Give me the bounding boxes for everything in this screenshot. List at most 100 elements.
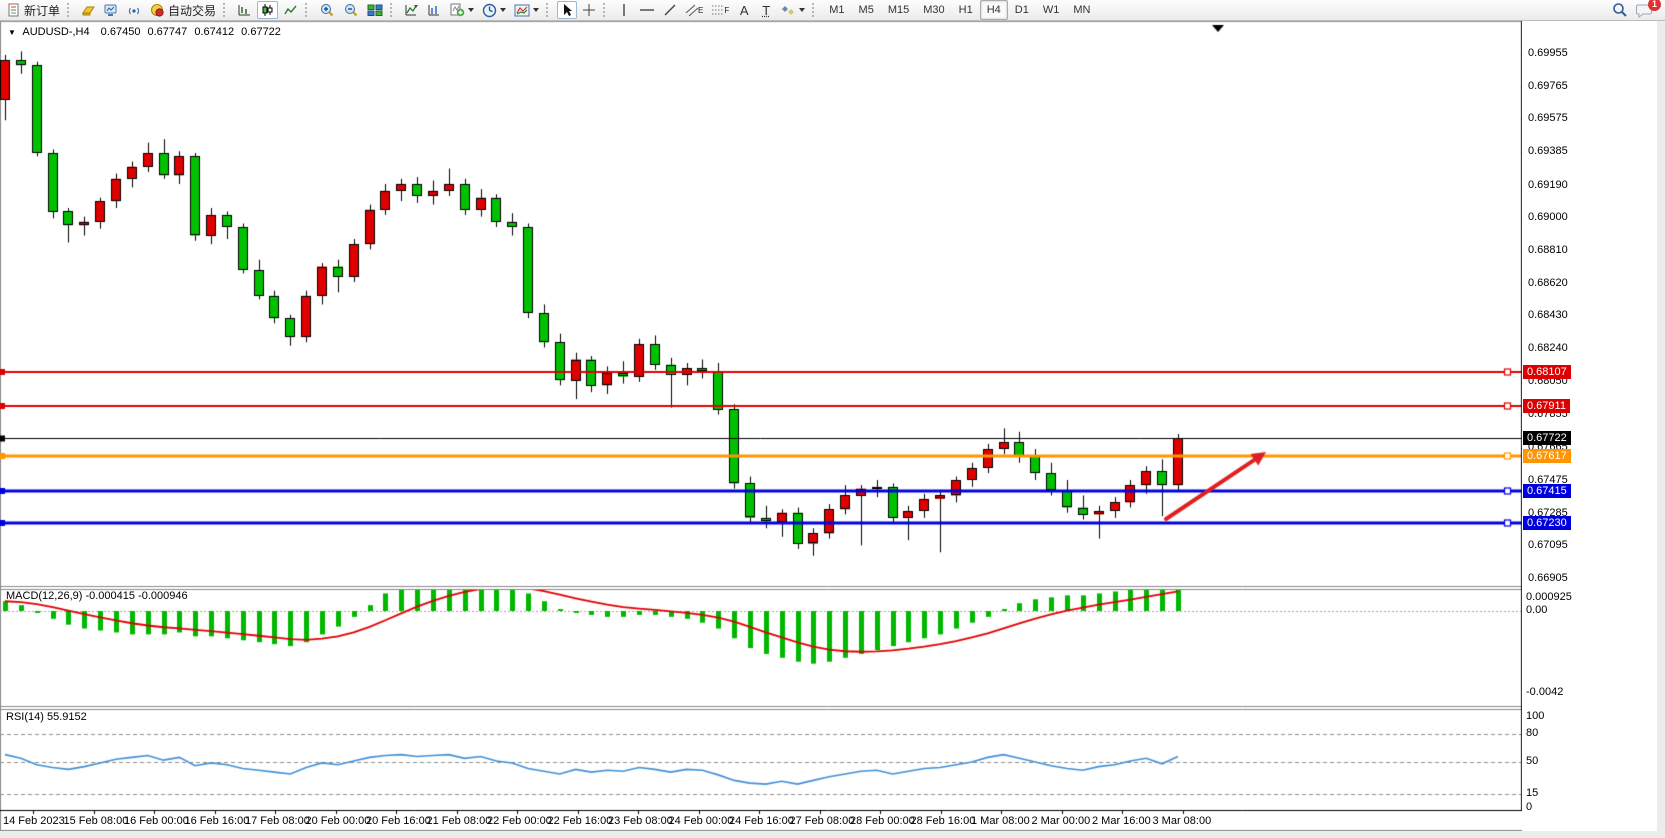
support-line-2-price-tag[interactable]: 0.67230: [1523, 516, 1571, 530]
shapes-icon: [781, 3, 796, 17]
text-label-button[interactable]: T: [756, 1, 776, 19]
macd-axis-label: -0.0042: [1526, 686, 1563, 698]
date-axis-label: 1 Mar 08:00: [971, 815, 1030, 827]
new-chart-icon: [404, 3, 419, 17]
line-chart-icon: [283, 3, 298, 17]
signal-button[interactable]: [124, 1, 145, 19]
search-icon: [1612, 2, 1628, 18]
vertical-line-icon: [618, 3, 630, 17]
price-axis-tick-label: 0.69575: [1528, 112, 1568, 124]
resistance-line-1-price-tag[interactable]: 0.68107: [1523, 365, 1571, 379]
bar-chart-button[interactable]: [234, 1, 255, 19]
trendline-icon: [663, 3, 677, 17]
date-axis-label: 22 Feb 16:00: [548, 815, 613, 827]
timeframe-w1[interactable]: W1: [1036, 0, 1067, 20]
current-price-line-price-tag[interactable]: 0.67722: [1523, 431, 1571, 445]
date-axis-label: 23 Feb 08:00: [608, 815, 673, 827]
timeframe-h4[interactable]: H4: [980, 0, 1008, 20]
vertical-line-button[interactable]: [614, 1, 634, 19]
zoom-out-button[interactable]: [340, 1, 362, 19]
chart-arrange-icon: [427, 3, 442, 17]
profile-icon: [81, 3, 96, 17]
new-order-button[interactable]: 新订单: [4, 1, 63, 19]
tile-windows-button[interactable]: [364, 1, 386, 19]
support-line-1-price-tag[interactable]: 0.67415: [1523, 484, 1571, 498]
toolbar-grip: [390, 3, 397, 17]
date-axis-label: 28 Feb 16:00: [911, 815, 976, 827]
rsi-axis-label: 0: [1526, 801, 1532, 813]
horizontal-line-button[interactable]: [636, 1, 658, 19]
chat-button[interactable]: 1: [1633, 1, 1656, 19]
crosshair-button[interactable]: [579, 1, 599, 19]
zoom-in-button[interactable]: [316, 1, 338, 19]
timeframe-h1[interactable]: H1: [952, 0, 980, 20]
trendline-button[interactable]: [660, 1, 680, 19]
add-indicator-button[interactable]: [447, 1, 477, 19]
price-axis-tick-label: 0.66905: [1528, 572, 1568, 584]
cursor-button[interactable]: [557, 1, 577, 19]
timeframe-d1[interactable]: D1: [1008, 0, 1036, 20]
templates-caret-icon: [533, 8, 539, 12]
add-indicator-caret-icon: [468, 8, 474, 12]
add-indicator-icon: [450, 3, 465, 17]
ohlc-low: 0.67412: [194, 26, 234, 38]
date-axis-label: 24 Feb 16:00: [729, 815, 794, 827]
timeframe-m30[interactable]: M30: [916, 0, 951, 20]
equidistant-channel-button[interactable]: E: [682, 1, 706, 19]
date-axis-label: 20 Feb 00:00: [306, 815, 371, 827]
fibonacci-button[interactable]: F: [708, 1, 732, 19]
date-axis-label: 20 Feb 16:00: [366, 815, 431, 827]
bar-chart-icon: [237, 3, 252, 17]
templates-button[interactable]: [511, 1, 542, 19]
price-axis-tick-label: 0.68430: [1528, 309, 1568, 321]
price-axis-tick-label: 0.69000: [1528, 211, 1568, 223]
new-chart-button[interactable]: [401, 1, 422, 19]
signal-icon: [127, 3, 142, 17]
symbol-label: AUDUSD-,H4: [22, 26, 89, 38]
date-axis-label: 2 Mar 16:00: [1092, 815, 1151, 827]
toolbar-grip: [546, 3, 553, 17]
zoom-in-icon: [319, 3, 335, 18]
chart-dropdown-icon[interactable]: ▼: [8, 28, 16, 37]
timeframe-m5[interactable]: M5: [852, 0, 881, 20]
profile-button[interactable]: [78, 1, 99, 19]
autotrade-icon: [150, 3, 165, 17]
ohlc-open: 0.67450: [101, 26, 141, 38]
market-watch-button[interactable]: [101, 1, 122, 19]
date-axis-label: 24 Feb 00:00: [669, 815, 734, 827]
chart-arrange-button[interactable]: [424, 1, 445, 19]
templates-icon: [514, 4, 530, 17]
date-axis-label: 16 Feb 16:00: [185, 815, 250, 827]
toolbar-grip: [812, 3, 819, 17]
chart-title[interactable]: ▼ AUDUSD-,H4 0.67450 0.67747 0.67412 0.6…: [8, 26, 281, 38]
periods-clock-icon: [482, 3, 497, 18]
ohlc-close: 0.67722: [241, 26, 281, 38]
toolbar-grip: [67, 3, 74, 17]
date-axis-label: 27 Feb 08:00: [790, 815, 855, 827]
chart-canvas[interactable]: [0, 0, 1665, 838]
date-axis-label: 21 Feb 08:00: [427, 815, 492, 827]
text-button[interactable]: A: [734, 1, 754, 19]
candlestick-chart-button[interactable]: [257, 1, 278, 19]
market-watch-icon: [104, 3, 119, 17]
candlestick-icon: [260, 3, 275, 17]
autotrade-button[interactable]: 自动交易: [147, 1, 219, 19]
new-order-icon: [7, 3, 21, 17]
timeframe-mn[interactable]: MN: [1066, 0, 1097, 20]
timeframe-m1[interactable]: M1: [822, 0, 851, 20]
periods-button[interactable]: [479, 1, 509, 19]
shapes-caret-icon: [799, 8, 805, 12]
window-edge-right: [1657, 21, 1665, 838]
resistance-line-2-price-tag[interactable]: 0.67911: [1523, 399, 1570, 413]
fibonacci-glyph: F: [724, 6, 729, 15]
date-axis-label: 3 Mar 08:00: [1153, 815, 1212, 827]
shapes-button[interactable]: [778, 1, 808, 19]
search-button[interactable]: [1609, 1, 1631, 19]
timeframe-m15[interactable]: M15: [881, 0, 916, 20]
channel-glyph: E: [698, 6, 703, 15]
price-axis-tick-label: 0.69765: [1528, 80, 1568, 92]
timeframe-group: M1M5M15M30H1H4D1W1MN: [822, 0, 1097, 20]
pivot-line-price-tag[interactable]: 0.67617: [1523, 449, 1571, 463]
line-chart-button[interactable]: [280, 1, 301, 19]
macd-label: MACD(12,26,9) -0.000415 -0.000946: [6, 590, 188, 602]
